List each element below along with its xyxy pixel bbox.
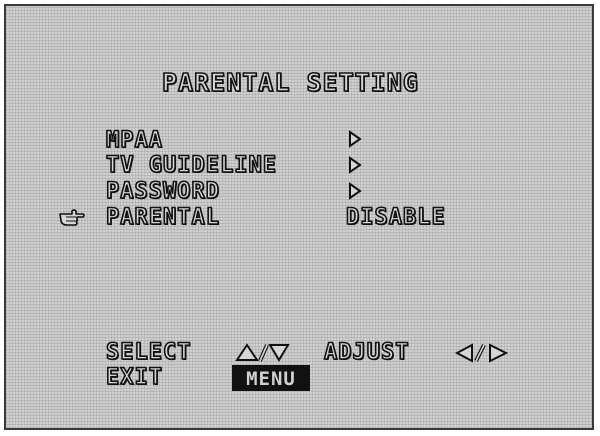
menu-key-label: MENU bbox=[246, 368, 296, 390]
menu-item-tv-guideline[interactable]: TV GUIDELINE bbox=[105, 154, 277, 178]
triangle-right-icon[interactable] bbox=[348, 182, 362, 200]
triangle-right-icon bbox=[489, 343, 509, 363]
triangle-left-icon bbox=[454, 343, 509, 363]
triangle-down-icon bbox=[268, 344, 290, 362]
triangle-up-icon bbox=[235, 343, 290, 362]
menu-item-mpaa[interactable]: MPAA bbox=[105, 129, 163, 153]
menu-item-parental[interactable]: PARENTAL bbox=[105, 206, 220, 230]
menu-item-password[interactable]: PASSWORD bbox=[105, 180, 220, 204]
tv-osd-screen: PARENTAL SETTING MPAA TV GUIDELINE PASSW… bbox=[4, 4, 594, 430]
select-label: SELECT bbox=[105, 340, 192, 365]
menu-key[interactable]: MENU bbox=[232, 365, 310, 391]
parental-value[interactable]: DISABLE bbox=[345, 206, 446, 230]
pointing-hand-icon bbox=[59, 209, 85, 226]
exit-label: EXIT bbox=[105, 365, 163, 390]
adjust-label: ADJUST bbox=[323, 340, 410, 365]
triangle-right-icon[interactable] bbox=[348, 130, 362, 148]
triangle-right-icon[interactable] bbox=[348, 156, 362, 174]
menu-title: PARENTAL SETTING bbox=[161, 68, 419, 97]
